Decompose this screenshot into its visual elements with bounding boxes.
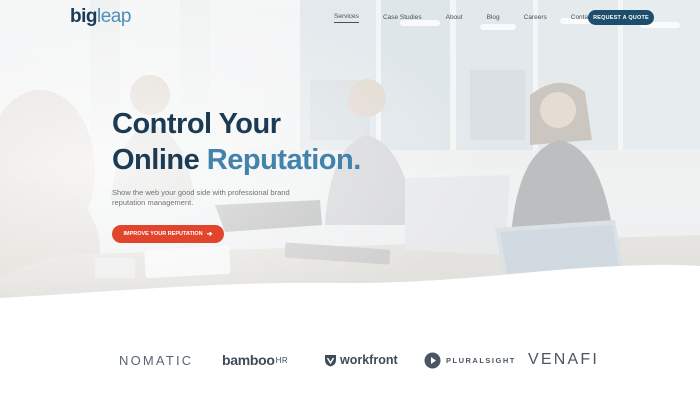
workfront-shield-icon	[325, 354, 336, 366]
main-nav: Services Case Studies About Blog Careers…	[334, 12, 617, 23]
hero-title: Control Your Online Reputation.	[112, 106, 361, 178]
hero-title-line1: Control Your	[112, 108, 281, 140]
venafi-logo: VENAFI	[528, 346, 599, 374]
page: bigleap Services Case Studies About Blog…	[0, 0, 700, 420]
hero-title-line2-dark: Online	[112, 144, 200, 176]
nav-blog[interactable]: Blog	[487, 13, 500, 23]
nomatic-logo: NOMATIC	[119, 346, 193, 374]
bigleap-logo[interactable]: bigleap	[70, 6, 131, 28]
pluralsight-play-icon	[424, 352, 441, 368]
nav-careers[interactable]: Careers	[524, 13, 547, 23]
improve-reputation-button[interactable]: IMPROVE YOUR REPUTATION ➔	[112, 225, 224, 243]
request-quote-button[interactable]: REQUEST A QUOTE	[588, 10, 654, 25]
hero-title-line2-accent: Reputation.	[206, 144, 362, 176]
hero-subtitle: Show the web your good side with profess…	[112, 188, 290, 207]
venafi-logo-text: VENAFI	[528, 351, 599, 368]
nomatic-logo-text: NOMATIC	[119, 352, 194, 368]
pluralsight-logo-text: PLURALSIGHT	[446, 355, 516, 365]
pluralsight-logo: PLURALSIGHT	[424, 346, 516, 374]
bamboohr-logo: bamboo HR	[222, 346, 288, 374]
nav-about[interactable]: About	[446, 13, 463, 23]
logo-text-leap: leap	[97, 6, 131, 27]
improve-reputation-label: IMPROVE YOUR REPUTATION	[123, 231, 203, 237]
workfront-logo-text: workfront	[340, 353, 398, 367]
arrow-right-icon: ➔	[206, 231, 213, 238]
bamboohr-logo-text: bamboo	[222, 352, 275, 368]
nav-services[interactable]: Services	[334, 12, 359, 23]
workfront-logo: workfront	[324, 346, 398, 374]
nav-case-studies[interactable]: Case Studies	[383, 13, 422, 23]
logo-text-big: big	[70, 6, 98, 27]
bamboohr-logo-suffix: HR	[275, 355, 289, 365]
client-logos: NOMATIC bamboo HR workfront PLURALSIGHT V…	[0, 346, 700, 374]
